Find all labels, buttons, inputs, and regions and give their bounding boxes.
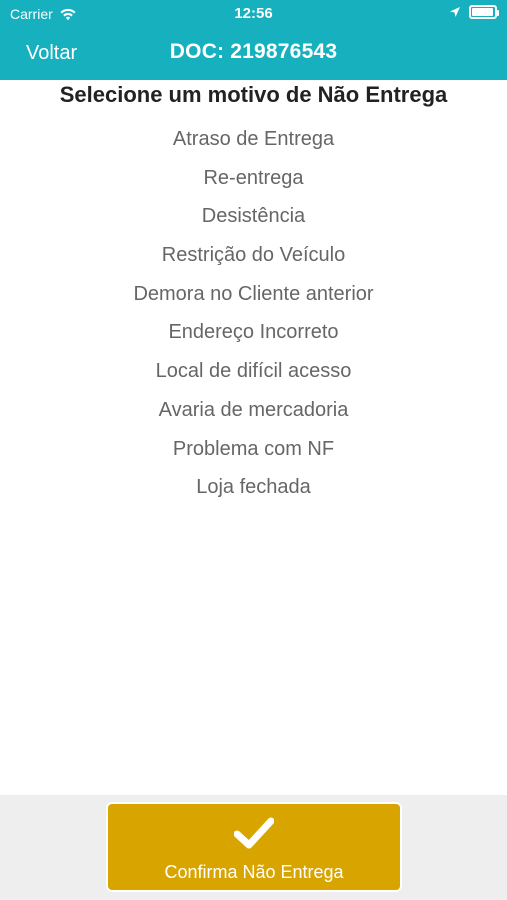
status-right-icons	[449, 5, 499, 19]
main-content: Selecione um motivo de Não Entrega Atras…	[0, 80, 507, 795]
confirm-no-delivery-button[interactable]: Confirma Não Entrega	[106, 802, 402, 892]
navigation-bar: Voltar DOC: 219876543	[0, 32, 507, 76]
app-header: Carrier 12:56 Voltar DOC: 219876543	[0, 0, 507, 80]
reason-desistencia[interactable]: Desistência	[0, 197, 507, 236]
status-time: 12:56	[234, 5, 273, 22]
reason-atraso-de-entrega[interactable]: Atraso de Entrega	[0, 120, 507, 159]
battery-level	[472, 8, 493, 16]
confirm-no-delivery-label: Confirma Não Entrega	[164, 862, 344, 882]
location-arrow-icon	[450, 7, 460, 17]
page-title: Selecione um motivo de Não Entrega	[59, 82, 448, 107]
battery-tip	[497, 10, 499, 16]
battery-icon	[469, 5, 499, 19]
reason-demora-cliente-anterior[interactable]: Demora no Cliente anterior	[0, 275, 507, 314]
reason-local-dificil-acesso[interactable]: Local de difícil acesso	[0, 352, 507, 391]
checkmark-glyph	[233, 817, 275, 849]
reason-endereco-incorreto[interactable]: Endereço Incorreto	[0, 313, 507, 352]
reason-re-entrega[interactable]: Re-entrega	[0, 159, 507, 198]
document-title: DOC: 219876543	[169, 40, 338, 63]
status-bar: Carrier 12:56	[0, 0, 507, 28]
reason-problema-nf[interactable]: Problema com NF	[0, 430, 507, 469]
reason-list: Atraso de Entrega Re-entrega Desistência…	[0, 120, 507, 507]
footer-bar: Confirma Não Entrega	[0, 795, 507, 900]
reason-restricao-veiculo[interactable]: Restrição do Veículo	[0, 236, 507, 275]
checkmark-icon	[108, 816, 400, 850]
reason-avaria-mercadoria[interactable]: Avaria de mercadoria	[0, 391, 507, 430]
reason-loja-fechada[interactable]: Loja fechada	[0, 468, 507, 507]
